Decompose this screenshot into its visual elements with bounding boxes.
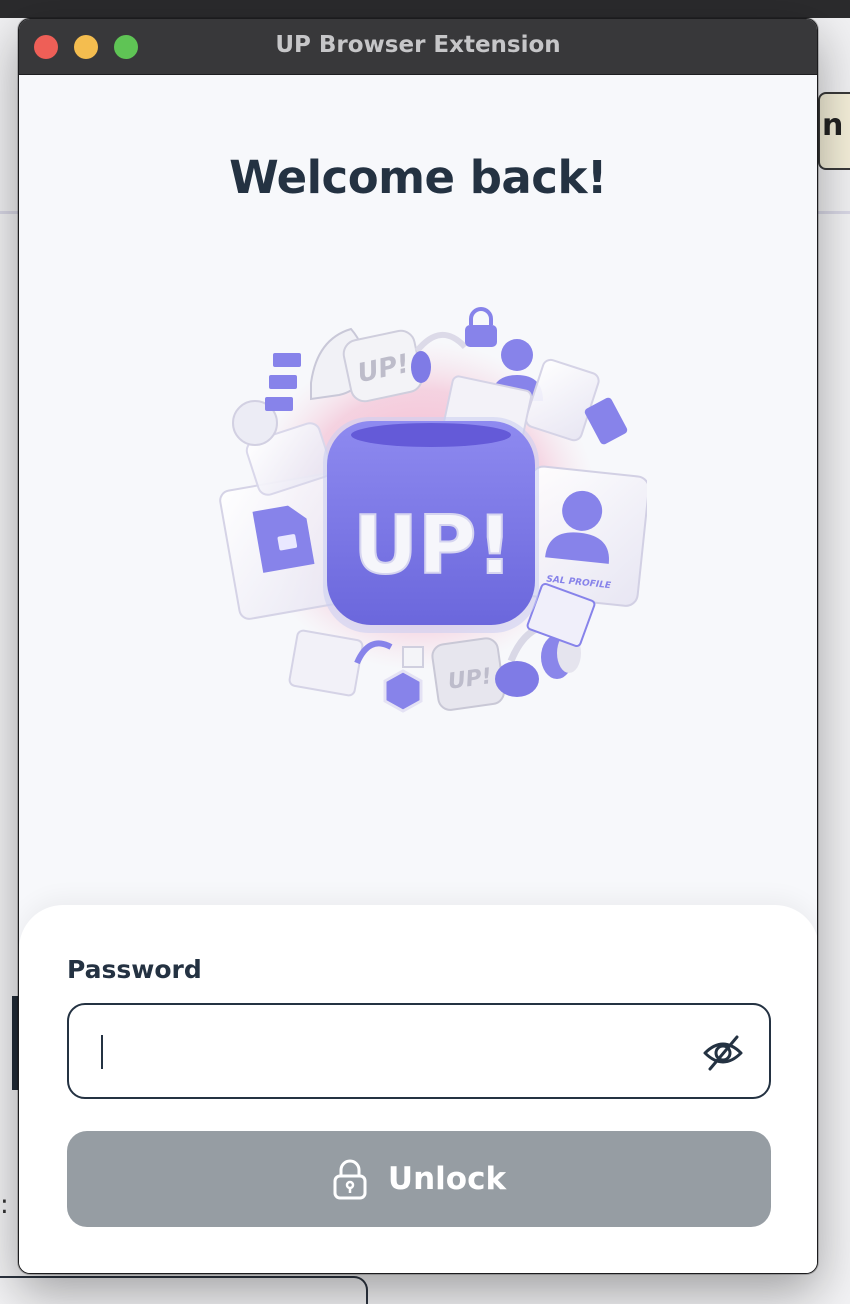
eye-off-icon [703,1035,743,1071]
person-head [501,339,533,371]
unlock-button-label: Unlock [387,1161,507,1197]
glass-hexagon [383,669,423,713]
background-button-fragment[interactable]: n [818,92,850,170]
toggle-password-visibility-button[interactable] [701,1033,745,1073]
up-cube: UP! [323,417,539,633]
svg-text:UP!: UP! [353,499,513,592]
window-title: UP Browser Extension [275,32,561,58]
welcome-heading: Welcome back! [229,151,607,204]
background-menubar [0,0,850,18]
extension-window: UP Browser Extension Welcome back! UP! S… [18,18,818,1274]
background-text-fragment: : [0,1190,9,1220]
background-button-text: n [822,108,844,143]
unlock-button[interactable]: Unlock [67,1131,771,1227]
password-label: Password [67,955,202,984]
up-hero-illustration: UP! SAL PROFILE UP! UP! [219,307,647,713]
password-field[interactable] [67,1003,771,1099]
background-input-fragment [0,1276,368,1304]
lock-icon [333,1159,367,1200]
title-bar[interactable]: UP Browser Extension [19,19,817,75]
text-cursor [101,1035,103,1069]
small-lock [465,307,497,347]
bottom-envelope [288,629,364,697]
up-tile: UP! [431,637,505,711]
password-input[interactable] [91,1025,671,1077]
unlock-panel: Password Unlock [19,905,817,1273]
